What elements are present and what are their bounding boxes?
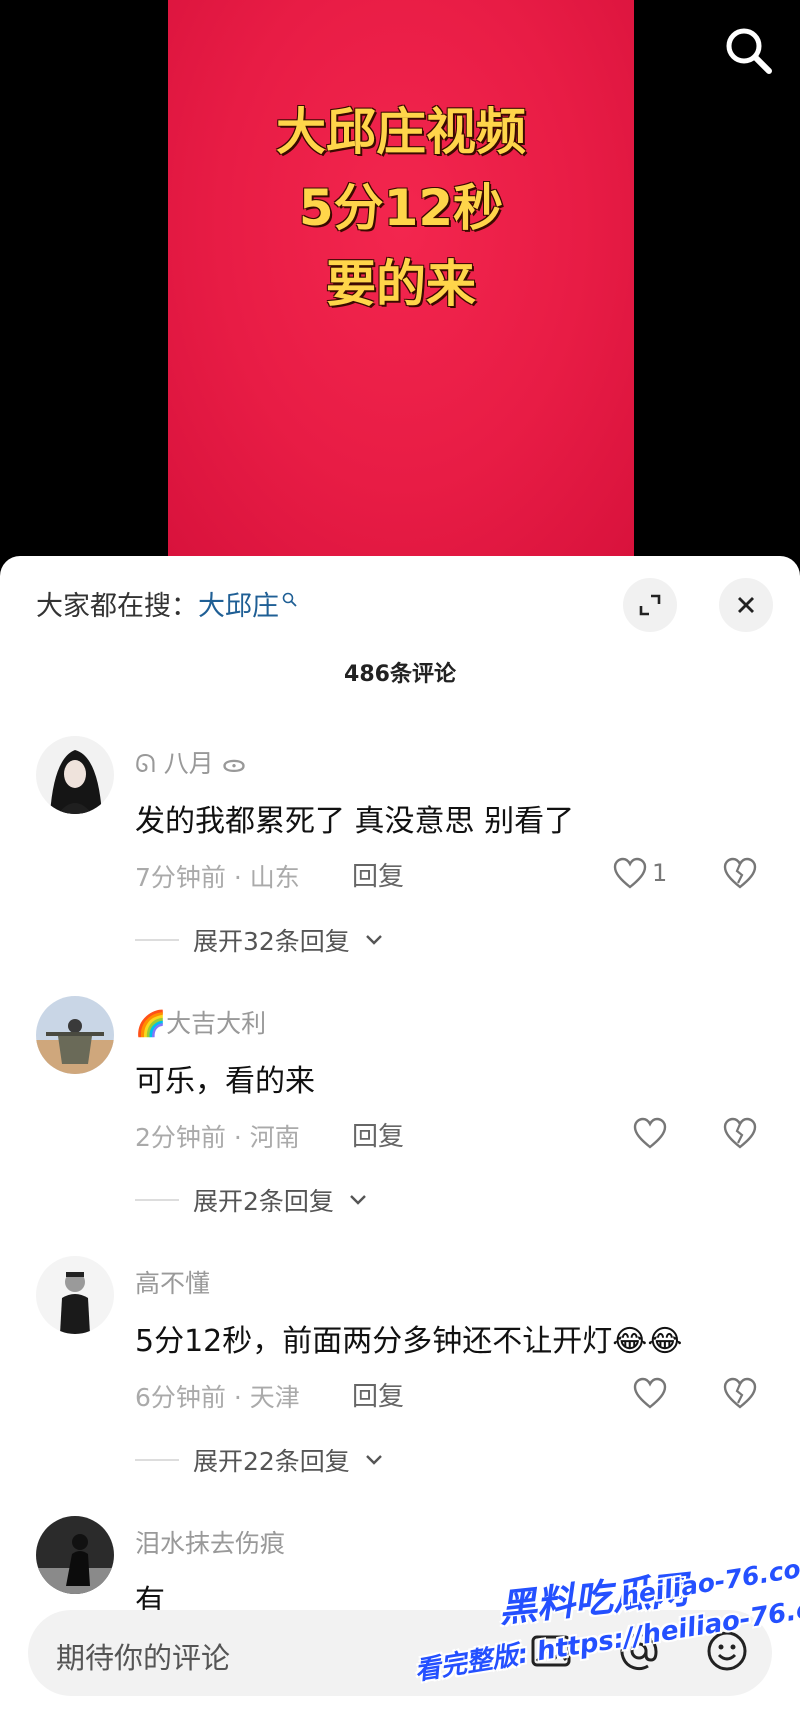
- divider: [135, 1199, 179, 1201]
- reply-button[interactable]: 回复: [352, 856, 404, 893]
- expand-replies[interactable]: 展开22条回复: [135, 1442, 384, 1478]
- chevron-down-icon: [365, 1455, 382, 1465]
- video-title-line1: 大邱庄视频: [276, 103, 526, 161]
- chevron-down-icon: [350, 1195, 366, 1205]
- comment-time: 6分钟前 · 天津: [135, 1383, 300, 1412]
- comment-username[interactable]: ᘏ 八月 ᯣ: [135, 744, 246, 780]
- broken-heart-icon: [723, 1117, 757, 1149]
- comment-username[interactable]: 泪水抹去伤痕: [135, 1524, 285, 1560]
- dislike-button[interactable]: [722, 856, 758, 894]
- dislike-button[interactable]: [722, 1116, 758, 1154]
- broken-heart-icon: [723, 1377, 757, 1409]
- comment-text: 可乐，看的来: [135, 1064, 315, 1099]
- comment-input-placeholder: 期待你的评论: [56, 1641, 231, 1675]
- dislike-button[interactable]: [722, 1376, 758, 1414]
- video-title-line3: 要的来: [326, 255, 476, 313]
- avatar[interactable]: [36, 1516, 114, 1594]
- trending-keyword[interactable]: 大邱庄: [198, 591, 279, 622]
- heart-icon: [633, 1117, 667, 1149]
- expand-replies-label: 展开2条回复: [193, 1187, 334, 1216]
- chevron-down-icon: [365, 935, 382, 945]
- reply-button[interactable]: 回复: [352, 1376, 404, 1413]
- expand-replies[interactable]: 展开32条回复: [135, 922, 384, 958]
- close-icon: [738, 597, 754, 613]
- video-frame: 大邱庄视频 5分12秒 要的来: [168, 0, 634, 560]
- like-button[interactable]: [632, 1376, 668, 1410]
- like-count: 1: [652, 859, 668, 887]
- expand-replies[interactable]: 展开2条回复: [135, 1182, 368, 1218]
- trending-search[interactable]: 大家都在搜：大邱庄: [36, 584, 298, 623]
- video-title-line2: 5分12秒: [298, 179, 504, 237]
- expand-icon: [639, 594, 661, 616]
- keyword-search-icon: [282, 584, 298, 615]
- comment-text: 5分12秒，前面两分多钟还不让开灯😂😂: [135, 1324, 683, 1359]
- close-button[interactable]: [719, 578, 773, 632]
- comment-count: 486条评论: [344, 662, 456, 687]
- avatar[interactable]: [36, 1256, 114, 1334]
- expand-button[interactable]: [623, 578, 677, 632]
- comment-text: 发的我都累死了 真没意思 别看了: [135, 804, 575, 839]
- expand-replies-label: 展开32条回复: [193, 927, 350, 956]
- divider: [135, 939, 179, 941]
- like-button[interactable]: [632, 1116, 668, 1150]
- comment-username[interactable]: 高不懂: [135, 1264, 210, 1300]
- heart-icon: [613, 857, 647, 889]
- divider: [135, 1459, 179, 1461]
- video-player[interactable]: 大邱庄视频 5分12秒 要的来: [0, 0, 800, 560]
- like-button[interactable]: 1: [612, 856, 667, 890]
- search-icon[interactable]: [722, 24, 776, 78]
- expand-replies-label: 展开22条回复: [193, 1447, 350, 1476]
- reply-button[interactable]: 回复: [352, 1116, 404, 1153]
- avatar[interactable]: [36, 996, 114, 1074]
- avatar[interactable]: [36, 736, 114, 814]
- comment-sheet: 大家都在搜：大邱庄 486条评论 ᘏ 八月 ᯣ 发的我都累死了 真没意思 别看了…: [0, 556, 800, 1718]
- trending-prefix: 大家都在搜：: [36, 591, 198, 622]
- broken-heart-icon: [723, 857, 757, 889]
- comment-time: 7分钟前 · 山东: [135, 863, 300, 892]
- comment-time: 2分钟前 · 河南: [135, 1123, 300, 1152]
- comment-username[interactable]: 🌈大吉大利: [135, 1004, 266, 1040]
- heart-icon: [633, 1377, 667, 1409]
